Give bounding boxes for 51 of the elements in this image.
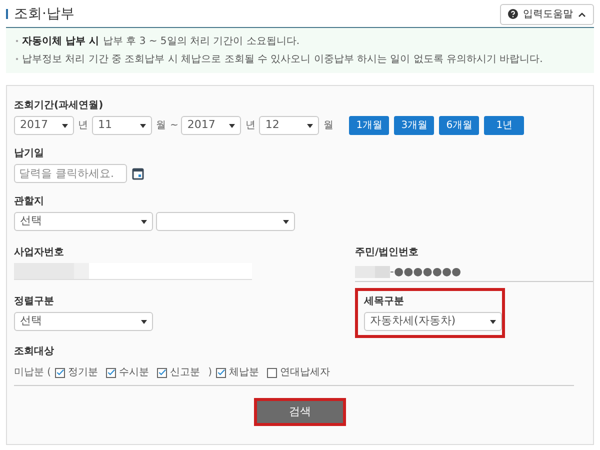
- caret-icon: [307, 124, 314, 128]
- notice-text: 납부정보 처리 기간 중 조회납부 시 체납으로 조회될 수 있사오니 이중납부 하시는 일이 없도록 유의하시기 바랍니다.: [16, 52, 584, 67]
- year-select[interactable]: 2017: [181, 116, 242, 135]
- unit-label: 월: [156, 119, 166, 133]
- field-label: 사업자번호: [14, 246, 65, 260]
- field-label: 납기일: [14, 147, 45, 161]
- unit-label: 년: [245, 119, 256, 133]
- target-checkbox[interactable]: 체납분: [216, 365, 259, 380]
- month-select[interactable]: 11: [92, 116, 152, 135]
- month-select[interactable]: 12: [259, 116, 320, 135]
- help-button[interactable]: 입력도움말: [500, 4, 594, 24]
- caret-icon: [141, 220, 147, 224]
- business-number-field[interactable]: [14, 263, 252, 280]
- group-text: 미납분 (: [14, 366, 52, 380]
- range-separator: ~: [170, 119, 178, 133]
- district-select[interactable]: [156, 212, 295, 231]
- period-button[interactable]: 1년: [484, 116, 524, 135]
- field-label: 관할지: [14, 195, 45, 209]
- chevron-up-icon: [578, 12, 586, 16]
- target-checkbox[interactable]: 정기분: [55, 365, 98, 380]
- period-button[interactable]: 6개월: [439, 116, 480, 135]
- unit-label: 년: [78, 119, 88, 133]
- notice-text: 자동이체 납부 시 납부 후 3 ~ 5일의 처리 기간이 소요됩니다.: [16, 34, 584, 49]
- caret-icon: [141, 320, 147, 324]
- region-select[interactable]: 선택: [14, 212, 153, 231]
- year-select[interactable]: 2017: [14, 116, 74, 135]
- unit-label: 월: [323, 119, 334, 133]
- tax-item-select[interactable]: 자동차세(자동차): [364, 312, 502, 331]
- group-text: ): [208, 366, 212, 380]
- target-checkbox[interactable]: 수시분: [106, 365, 150, 380]
- sort-select[interactable]: 선택: [14, 312, 153, 331]
- field-label: 조회대상: [14, 345, 55, 359]
- period-button[interactable]: 1개월: [349, 116, 390, 135]
- caret-icon: [490, 320, 496, 324]
- caret-icon: [229, 124, 236, 128]
- help-icon: [508, 9, 518, 19]
- page-title: 조회·납부: [14, 4, 74, 24]
- period-button[interactable]: 3개월: [394, 116, 434, 135]
- field-label: 세목구분: [364, 295, 405, 309]
- search-button[interactable]: 검색: [254, 398, 346, 426]
- caret-icon: [62, 124, 68, 128]
- field-label: 정렬구분: [14, 295, 55, 309]
- field-label: 주민/법인번호: [355, 246, 420, 260]
- resident-number-field[interactable]: -●●●●●●●: [355, 263, 593, 282]
- calendar-icon[interactable]: [132, 167, 144, 180]
- target-checkbox[interactable]: 신고분: [157, 365, 200, 380]
- caret-icon: [283, 220, 289, 224]
- caret-icon: [140, 124, 146, 128]
- date-input-field[interactable]: 달력을 클릭하세요.: [14, 164, 127, 183]
- field-label: 조회기간(과세연월): [14, 99, 104, 113]
- target-checkbox[interactable]: 연대납세자: [267, 365, 330, 380]
